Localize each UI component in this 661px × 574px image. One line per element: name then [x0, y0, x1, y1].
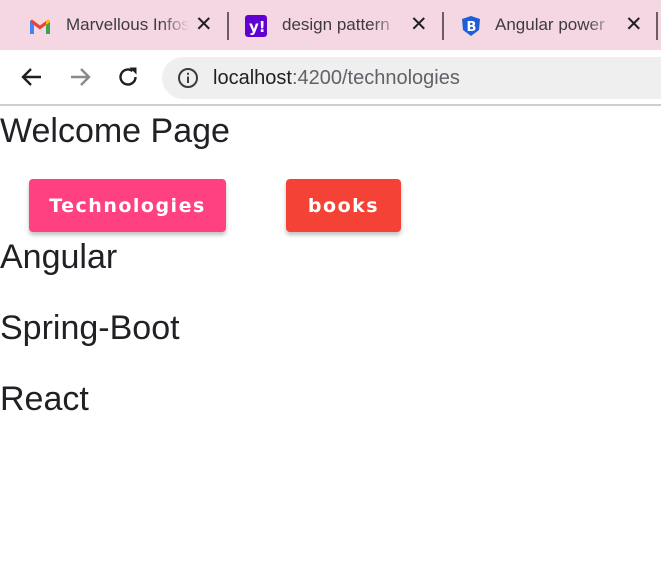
close-tab-icon[interactable]: ✕	[410, 14, 428, 36]
site-info-icon[interactable]	[177, 67, 199, 89]
browser-toolbar: localhost:4200/technologies	[0, 50, 661, 105]
tab-separator	[656, 12, 658, 40]
technology-item-angular: Angular	[0, 238, 118, 276]
technology-item-react: React	[0, 380, 89, 418]
address-bar[interactable]: localhost:4200/technologies	[162, 57, 661, 99]
shield-b-icon: B	[460, 16, 482, 36]
tab-title: Angular power	[495, 15, 615, 35]
browser-tab-3[interactable]: B Angular power ✕	[460, 8, 650, 44]
books-button[interactable]: books	[286, 179, 401, 232]
page-content: Welcome Page Technologies books Angular …	[0, 106, 661, 574]
reload-icon[interactable]	[114, 63, 142, 91]
browser-tab-2[interactable]: y! design pattern ✕	[245, 8, 435, 44]
gmail-icon	[29, 16, 51, 36]
back-icon[interactable]	[18, 63, 46, 91]
browser-tab-strip: Marvellous Infosystems ✕ y! design patte…	[0, 0, 661, 50]
yahoo-icon: y!	[245, 15, 267, 37]
svg-text:y!: y!	[249, 18, 266, 36]
tab-title: Marvellous Infosystems	[66, 15, 189, 35]
tab-title: design pattern	[282, 15, 400, 35]
url-text: localhost:4200/technologies	[213, 67, 460, 90]
close-tab-icon[interactable]: ✕	[195, 14, 213, 36]
svg-text:B: B	[467, 20, 477, 35]
page-title: Welcome Page	[0, 112, 230, 150]
tab-separator	[442, 12, 444, 40]
url-path: :4200/technologies	[291, 67, 460, 89]
url-host: localhost	[213, 67, 292, 89]
browser-tab-1[interactable]: Marvellous Infosystems ✕	[29, 8, 219, 44]
technologies-button[interactable]: Technologies	[29, 179, 226, 232]
tab-separator	[227, 12, 229, 40]
forward-icon[interactable]	[66, 63, 94, 91]
technology-item-spring-boot: Spring-Boot	[0, 309, 180, 347]
close-tab-icon[interactable]: ✕	[625, 14, 643, 36]
